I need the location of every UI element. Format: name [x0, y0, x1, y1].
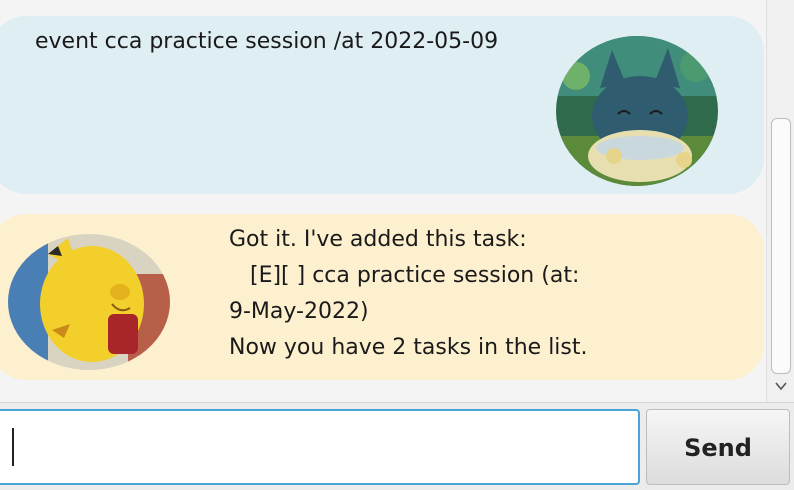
user-avatar [556, 36, 718, 186]
vertical-scrollbar[interactable] [766, 0, 794, 402]
bot-message-bubble: Got it. I've added this task: [E][ ] cca… [0, 214, 764, 380]
scroll-thumb[interactable] [771, 118, 791, 374]
user-message-bubble: event cca practice session /at 2022-05-0… [0, 16, 764, 194]
send-button[interactable]: Send [646, 409, 790, 485]
munchlax-avatar-icon [556, 36, 718, 186]
input-row: Send [0, 402, 794, 490]
user-message-text: event cca practice session /at 2022-05-0… [35, 29, 499, 54]
chat-window: event cca practice session /at 2022-05-0… [0, 0, 794, 490]
chevron-down-icon[interactable] [773, 378, 789, 394]
pikachu-avatar-icon [8, 234, 170, 370]
text-cursor [12, 428, 14, 466]
message-list[interactable]: event cca practice session /at 2022-05-0… [0, 0, 766, 402]
bot-message-text: Got it. I've added this task: [E][ ] cca… [229, 227, 588, 360]
message-input[interactable] [0, 409, 640, 485]
bot-avatar [8, 234, 170, 370]
